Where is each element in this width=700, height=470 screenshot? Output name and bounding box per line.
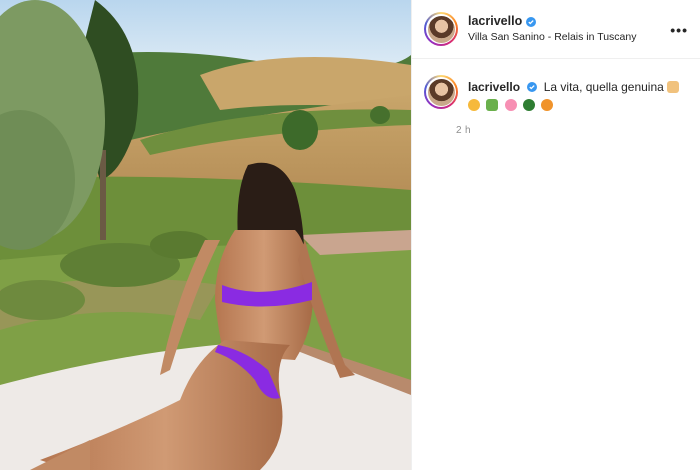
caption: lacrivello La vita, quella genuina [412, 59, 700, 113]
seedling-hand-emoji [486, 99, 499, 112]
post-timestamp[interactable]: 2 h [456, 125, 700, 136]
caption-avatar[interactable] [424, 75, 458, 109]
post-side-panel: lacrivello Villa San Sanino - Relais in … [411, 0, 700, 470]
caption-text: La vita, quella genuina [543, 80, 664, 94]
caption-avatar-image [427, 78, 455, 106]
more-options-button[interactable]: ••• [670, 22, 688, 38]
avatar-image [427, 15, 455, 43]
avatar[interactable] [424, 12, 458, 46]
instagram-post: lacrivello Villa San Sanino - Relais in … [0, 0, 700, 470]
caption-verified-icon [527, 82, 538, 92]
woman-farmer-emoji [667, 81, 680, 93]
hibiscus-emoji [504, 99, 517, 112]
tree-emoji [523, 99, 536, 112]
post-location[interactable]: Villa San Sanino - Relais in Tuscany [468, 31, 636, 44]
emoji-row [468, 97, 682, 113]
caption-username[interactable]: lacrivello [468, 80, 520, 94]
post-photo [0, 0, 411, 470]
post-image[interactable] [0, 0, 411, 470]
author-username[interactable]: lacrivello [468, 14, 522, 29]
post-header: lacrivello Villa San Sanino - Relais in … [412, 0, 700, 59]
peach-emoji [541, 99, 554, 112]
smiling-face-emoji [468, 99, 480, 112]
verified-badge-icon [526, 16, 537, 27]
